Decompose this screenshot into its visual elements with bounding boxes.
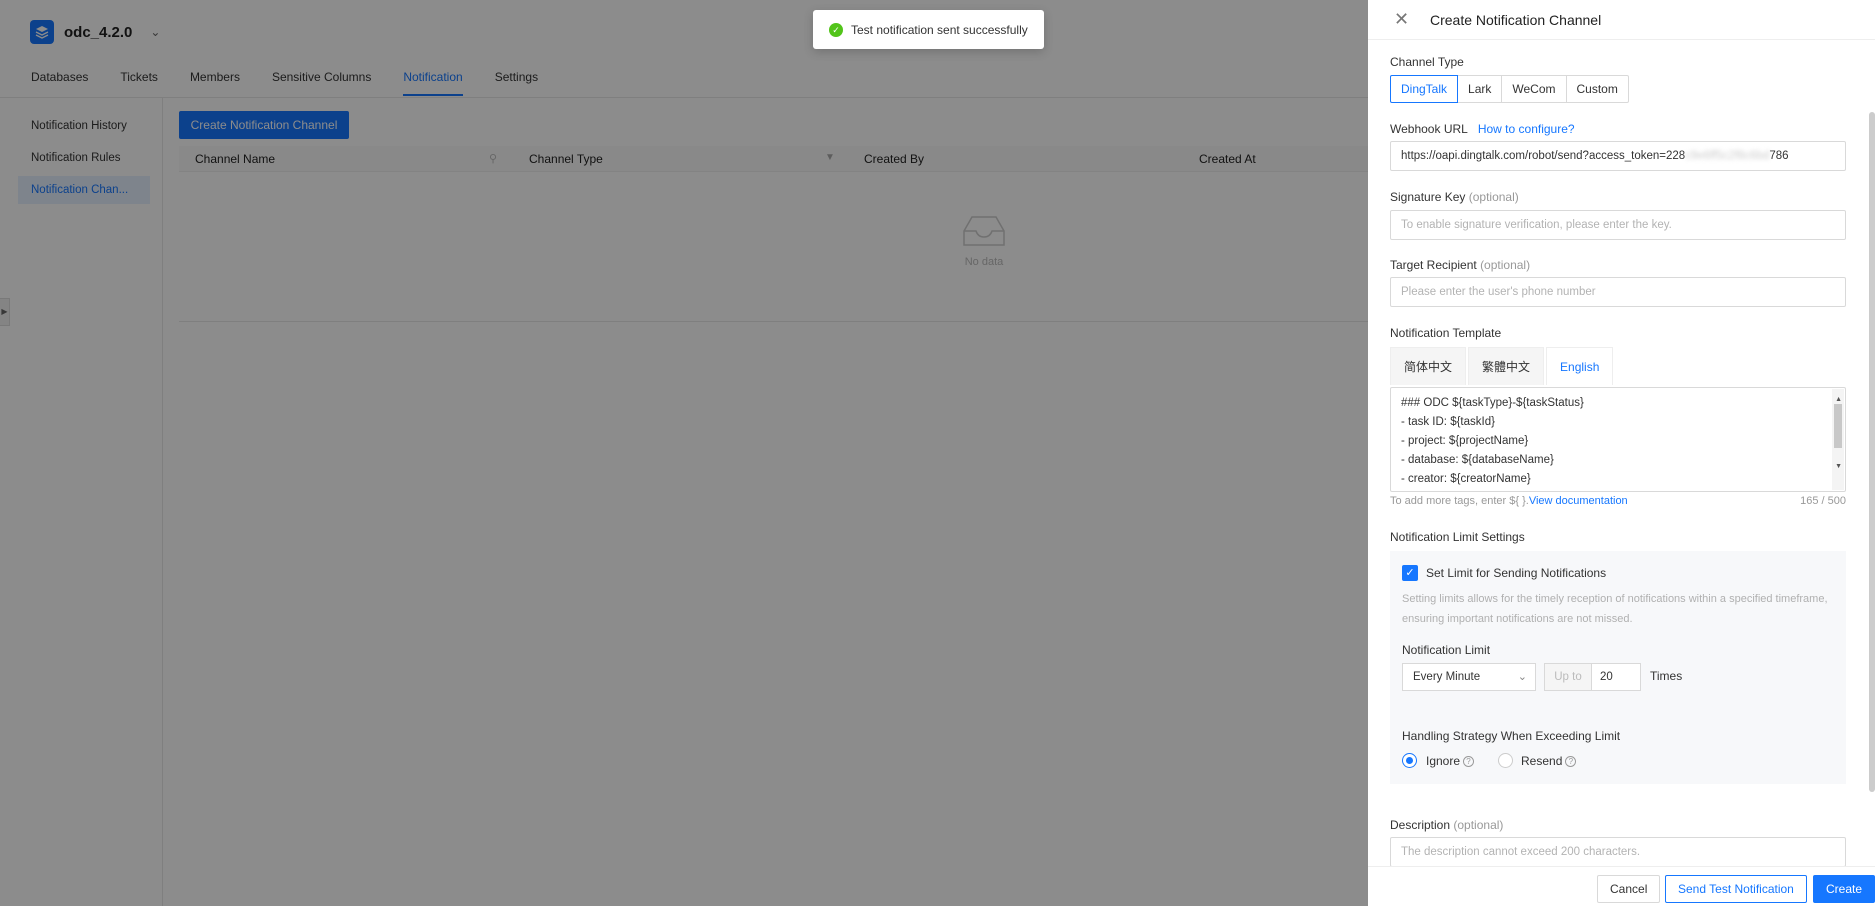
target-recipient-label-text: Target Recipient [1390, 258, 1477, 272]
optional-tag: (optional) [1453, 818, 1504, 832]
scroll-up-icon[interactable]: ▲ [1835, 390, 1842, 409]
up-to-addon: Up to [1544, 663, 1592, 691]
help-icon[interactable]: ? [1565, 756, 1577, 768]
template-language-tabs: 简体中文 繁體中文 English [1390, 347, 1615, 385]
set-limit-checkbox[interactable]: ✓ [1402, 565, 1418, 581]
set-limit-label[interactable]: Set Limit for Sending Notifications [1426, 566, 1606, 580]
how-to-configure-link[interactable]: How to configure? [1478, 122, 1575, 136]
success-toast: ✓ Test notification sent successfully [813, 10, 1044, 49]
drawer-title: Create Notification Channel [1430, 11, 1602, 28]
drawer-footer: Cancel Send Test Notification Create [1368, 866, 1875, 906]
char-counter: 165 / 500 [1800, 495, 1846, 507]
frequency-value: Every Minute [1413, 671, 1481, 683]
optional-tag: (optional) [1468, 190, 1519, 204]
ignore-radio[interactable] [1402, 753, 1417, 768]
description-label: Description (optional) [1390, 818, 1503, 832]
template-line: - creator: ${creatorName} [1401, 473, 1531, 485]
strategy-label: Handling Strategy When Exceeding Limit [1402, 729, 1621, 743]
target-recipient-label: Target Recipient (optional) [1390, 258, 1530, 272]
signature-key-input[interactable]: To enable signature verification, please… [1390, 210, 1846, 240]
textarea-scroll-thumb[interactable] [1834, 404, 1842, 448]
optional-tag: (optional) [1480, 258, 1531, 272]
template-line: ### ODC ${taskType}-${taskStatus} [1401, 397, 1584, 409]
tab-traditional-chinese[interactable]: 繁體中文 [1468, 347, 1545, 385]
webhook-url-suffix: 786 [1769, 150, 1789, 162]
cancel-button[interactable]: Cancel [1597, 875, 1661, 903]
tab-simplified-chinese[interactable]: 简体中文 [1390, 347, 1467, 385]
resend-label: Resend [1521, 754, 1563, 768]
drawer-scrollbar[interactable] [1869, 112, 1875, 792]
toast-message: Test notification sent successfully [851, 22, 1028, 37]
template-line: - task ID: ${taskId} [1401, 416, 1495, 428]
drawer-body: Channel Type DingTalk Lark WeCom Custom … [1390, 40, 1846, 870]
template-hint-text: To add more tags, enter ${ }. [1390, 495, 1529, 507]
target-recipient-input[interactable]: Please enter the user's phone number [1390, 277, 1846, 307]
template-textarea[interactable]: ### ODC ${taskType}-${taskStatus} - task… [1390, 387, 1846, 492]
channel-type-custom[interactable]: Custom [1565, 75, 1629, 103]
channel-type-selector: DingTalk Lark WeCom Custom [1390, 75, 1629, 103]
description-label-text: Description [1390, 818, 1451, 832]
channel-type-wecom[interactable]: WeCom [1501, 75, 1567, 103]
resend-option[interactable]: Resend? [1521, 754, 1577, 768]
webhook-token-redacted: c9e6ff5c2f8c6bd [1685, 150, 1770, 162]
limit-count-input[interactable]: 20 [1591, 663, 1641, 691]
frequency-select[interactable]: Every Minute ⌄ [1402, 663, 1536, 691]
webhook-url-input[interactable]: https://oapi.dingtalk.com/robot/send?acc… [1390, 141, 1846, 171]
close-icon[interactable]: ✕ [1394, 9, 1414, 30]
create-button[interactable]: Create [1813, 875, 1875, 903]
webhook-label-text: Webhook URL [1390, 122, 1468, 136]
template-label: Notification Template [1390, 326, 1502, 340]
drawer-header: ✕ Create Notification Channel [1368, 0, 1875, 40]
ignore-label: Ignore [1426, 754, 1461, 768]
view-documentation-link[interactable]: View documentation [1529, 495, 1628, 507]
channel-type-dingtalk[interactable]: DingTalk [1390, 75, 1459, 103]
tab-english[interactable]: English [1546, 347, 1614, 385]
resend-radio[interactable] [1498, 753, 1513, 768]
signature-key-label: Signature Key (optional) [1390, 190, 1519, 204]
template-line: - project: ${projectName} [1401, 435, 1529, 447]
create-channel-drawer: ✕ Create Notification Channel Channel Ty… [1368, 0, 1875, 906]
channel-type-lark[interactable]: Lark [1457, 75, 1503, 103]
webhook-url-prefix: https://oapi.dingtalk.com/robot/send?acc… [1401, 150, 1686, 162]
limit-settings-panel: ✓ Set Limit for Sending Notifications Se… [1390, 551, 1846, 784]
help-icon[interactable]: ? [1463, 756, 1475, 768]
template-hint: To add more tags, enter ${ }.View docume… [1390, 495, 1628, 507]
send-test-notification-button[interactable]: Send Test Notification [1665, 875, 1807, 903]
ignore-option[interactable]: Ignore? [1426, 754, 1475, 768]
limit-settings-label: Notification Limit Settings [1390, 530, 1525, 544]
limit-description: Setting limits allows for the timely rec… [1402, 593, 1828, 625]
channel-type-label: Channel Type [1390, 55, 1464, 69]
notification-limit-label: Notification Limit [1402, 643, 1491, 657]
template-line: - database: ${databaseName} [1401, 454, 1554, 466]
signature-key-label-text: Signature Key [1390, 190, 1466, 204]
chevron-down-icon: ⌄ [1517, 671, 1527, 683]
description-input[interactable]: The description cannot exceed 200 charac… [1390, 837, 1846, 867]
check-circle-icon: ✓ [829, 22, 843, 37]
times-label: Times [1650, 669, 1683, 683]
webhook-label: Webhook URL How to configure? [1390, 122, 1575, 136]
scroll-down-icon[interactable]: ▼ [1835, 457, 1842, 476]
